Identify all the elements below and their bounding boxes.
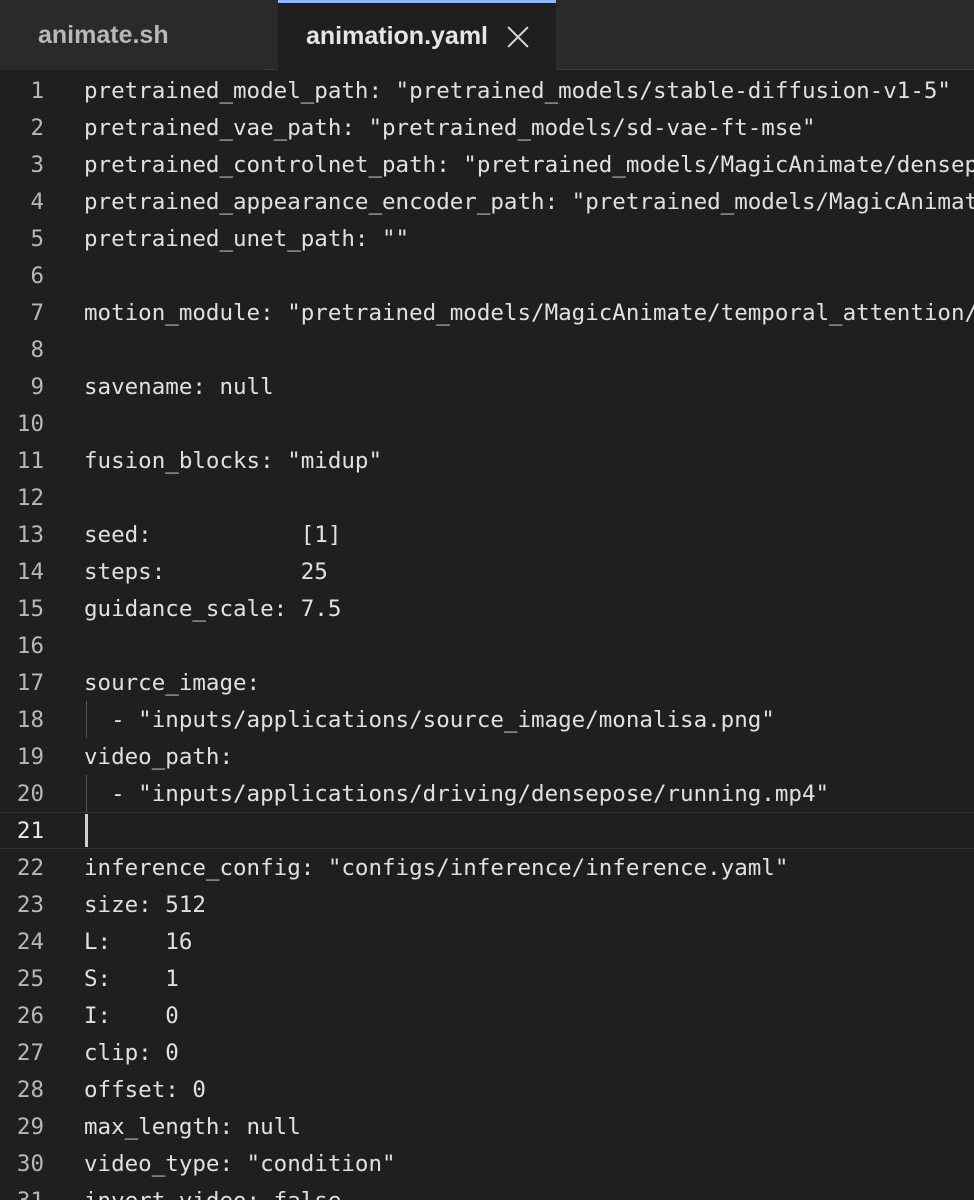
line-text: invert_video: false (84, 1188, 341, 1200)
line-text: pretrained_appearance_encoder_path: "pre… (84, 188, 974, 215)
line-number: 31 (0, 1188, 44, 1200)
code-line[interactable]: 30 video_type: "condition" (0, 1145, 974, 1182)
tab-animate-sh[interactable]: animate.sh (0, 0, 264, 70)
line-number: 1 (30, 77, 44, 104)
line-text: fusion_blocks: "midup" (84, 447, 383, 474)
tab-label: animate.sh (38, 20, 169, 49)
code-line[interactable]: 8 (0, 331, 974, 368)
code-line[interactable]: 9 savename: null (0, 368, 974, 405)
line-text: steps: 25 (84, 558, 328, 585)
code-line[interactable]: 24 L: 16 (0, 923, 974, 960)
line-text: source_image: (84, 669, 261, 696)
code-line[interactable]: 12 (0, 479, 974, 516)
line-number: 30 (16, 1150, 44, 1177)
code-line[interactable]: 18 - "inputs/applications/source_image/m… (0, 701, 974, 738)
code-line[interactable]: 25 S: 1 (0, 960, 974, 997)
code-line[interactable]: 27 clip: 0 (0, 1034, 974, 1071)
line-text: inference_config: "configs/inference/inf… (84, 854, 789, 881)
code-line[interactable]: 22 inference_config: "configs/inference/i… (0, 849, 974, 886)
line-number: 6 (30, 262, 44, 289)
text-cursor (85, 814, 88, 847)
code-line[interactable]: 23 size: 512 (0, 886, 974, 923)
tab-label: animation.yaml (306, 22, 488, 50)
code-line[interactable]: 5 pretrained_unet_path: "" (0, 220, 974, 257)
close-icon[interactable] (506, 25, 530, 49)
line-number: 10 (16, 410, 44, 437)
line-number: 8 (30, 336, 44, 363)
code-line[interactable]: 17 source_image: (0, 664, 974, 701)
line-text: S: 1 (84, 965, 179, 992)
line-text: pretrained_model_path: "pretrained_model… (84, 77, 951, 104)
code-line[interactable]: 11 fusion_blocks: "midup" (0, 442, 974, 479)
code-line[interactable]: 2 pretrained_vae_path: "pretrained_models… (0, 109, 974, 146)
line-text: max_length: null (84, 1113, 301, 1140)
line-number: 20 (16, 780, 44, 807)
code-editor[interactable]: 1 pretrained_model_path: "pretrained_mode… (0, 72, 974, 1200)
line-number: 12 (16, 484, 44, 511)
line-number: 15 (16, 595, 44, 622)
line-number: 14 (16, 558, 44, 585)
line-number: 4 (30, 188, 44, 215)
code-line[interactable]: 6 (0, 257, 974, 294)
code-line[interactable]: 10 (0, 405, 974, 442)
line-number: 11 (16, 447, 44, 474)
line-text: L: 16 (84, 928, 193, 955)
line-text: pretrained_controlnet_path: "pretrained_… (84, 151, 974, 178)
line-number: 24 (16, 928, 44, 955)
code-line[interactable]: 19 video_path: (0, 738, 974, 775)
code-line[interactable]: 14 steps: 25 (0, 553, 974, 590)
line-text: motion_module: "pretrained_models/MagicA… (84, 299, 974, 326)
code-line[interactable]: 31 invert_video: false (0, 1182, 974, 1200)
line-number: 13 (16, 521, 44, 548)
line-number: 29 (16, 1113, 44, 1140)
line-number: 27 (16, 1039, 44, 1066)
line-text: pretrained_vae_path: "pretrained_models/… (84, 114, 816, 141)
code-line[interactable]: 16 (0, 627, 974, 664)
code-line[interactable]: 28 offset: 0 (0, 1071, 974, 1108)
line-text: video_path: (84, 743, 234, 770)
line-text: savename: null (84, 373, 274, 400)
line-number: 22 (16, 854, 44, 881)
code-line[interactable]: 4 pretrained_appearance_encoder_path: "pr… (0, 183, 974, 220)
code-line[interactable]: 13 seed: [1] (0, 516, 974, 553)
line-text: seed: [1] (84, 521, 342, 548)
line-number: 16 (16, 632, 44, 659)
line-text: offset: 0 (84, 1076, 206, 1103)
line-number: 26 (16, 1002, 44, 1029)
line-number: 23 (16, 891, 44, 918)
indent-guide (86, 775, 87, 812)
indent-guide (86, 701, 87, 738)
line-number: 5 (30, 225, 44, 252)
line-text: video_type: "condition" (84, 1150, 396, 1177)
line-text: clip: 0 (84, 1039, 179, 1066)
tab-animation-yaml[interactable]: animation.yaml (278, 0, 556, 70)
code-line[interactable]: 21 (0, 812, 974, 849)
line-number: 21 (16, 817, 44, 844)
tab-bar: animate.sh animation.yaml (0, 0, 974, 70)
line-text: - "inputs/applications/driving/densepose… (84, 780, 830, 807)
code-line[interactable]: 3 pretrained_controlnet_path: "pretrained… (0, 146, 974, 183)
code-line[interactable]: 15 guidance_scale: 7.5 (0, 590, 974, 627)
line-number: 2 (30, 114, 44, 141)
code-line[interactable]: 26 I: 0 (0, 997, 974, 1034)
line-text: size: 512 (84, 891, 206, 918)
line-number: 28 (16, 1076, 44, 1103)
line-number: 7 (30, 299, 44, 326)
line-number: 25 (16, 965, 44, 992)
code-line[interactable]: 7 motion_module: "pretrained_models/Magic… (0, 294, 974, 331)
line-number: 3 (30, 151, 44, 178)
line-text: - "inputs/applications/source_image/mona… (84, 706, 775, 733)
line-text: guidance_scale: 7.5 (84, 595, 342, 622)
code-line[interactable]: 1 pretrained_model_path: "pretrained_mode… (0, 72, 974, 109)
code-line[interactable]: 20 - "inputs/applications/driving/densep… (0, 775, 974, 812)
line-number: 9 (30, 373, 44, 400)
line-number: 17 (16, 669, 44, 696)
line-number: 18 (16, 706, 44, 733)
line-text: pretrained_unet_path: "" (84, 225, 410, 252)
code-line[interactable]: 29 max_length: null (0, 1108, 974, 1145)
line-text: I: 0 (84, 1002, 179, 1029)
line-number: 19 (16, 743, 44, 770)
